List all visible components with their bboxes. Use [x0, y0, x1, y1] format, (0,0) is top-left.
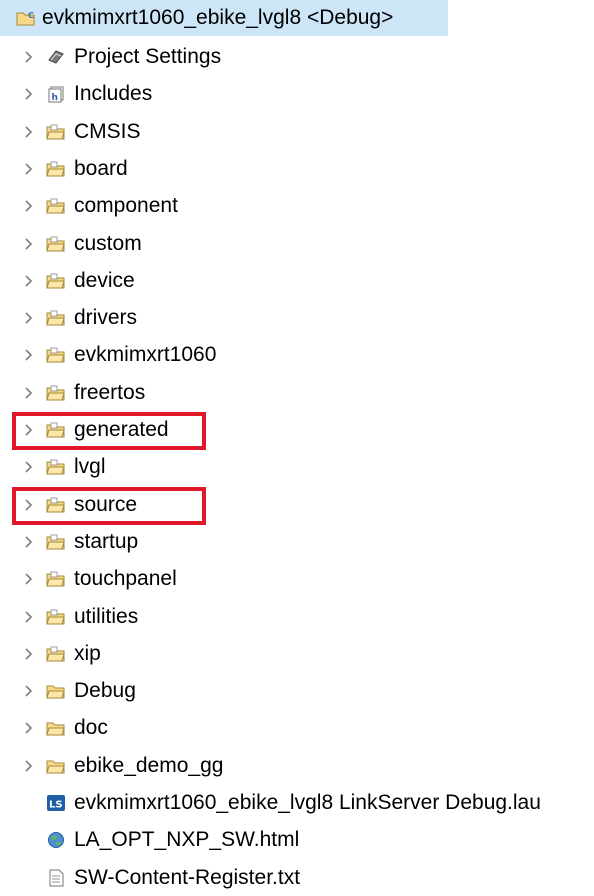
chevron-right-icon[interactable]: [22, 300, 36, 336]
source-folder-icon: [46, 607, 66, 627]
source-folder-icon: [46, 122, 66, 142]
chevron-right-icon[interactable]: [22, 636, 36, 672]
tree-item-label: Includes: [74, 82, 153, 106]
chevron-right-icon[interactable]: [22, 114, 36, 150]
tree-item-label: board: [74, 156, 128, 180]
source-folder-icon: [46, 234, 66, 254]
chevron-right-icon[interactable]: [22, 375, 36, 411]
includes-icon: h: [46, 84, 66, 104]
tree-item-label: utilities: [74, 604, 139, 628]
tree-item-label: freertos: [74, 380, 146, 404]
source-folder-icon: [46, 532, 66, 552]
chevron-right-icon[interactable]: [22, 599, 36, 635]
chevron-right-icon[interactable]: [22, 561, 36, 597]
tree-item-label: ebike_demo_gg: [74, 753, 224, 777]
chevron-right-icon[interactable]: [22, 263, 36, 299]
svg-text:h: h: [52, 93, 58, 103]
folder-icon: [46, 756, 66, 776]
project-explorer-tree: C evkmimxrt1060_ebike_lvgl8 <Debug> Proj…: [0, 0, 594, 892]
tree-item-label: evkmimxrt1060_ebike_lvgl8 <Debug>: [42, 6, 394, 29]
tree-item-label: lvgl: [74, 455, 106, 479]
source-folder-icon: [46, 644, 66, 664]
folder-icon: [46, 718, 66, 738]
source-folder-icon: [46, 345, 66, 365]
highlight-box: [12, 486, 206, 525]
highlight-box: [12, 412, 206, 450]
chevron-right-icon[interactable]: [22, 76, 36, 112]
tree-item-label: touchpanel: [74, 567, 177, 591]
folder-icon: [46, 681, 66, 701]
chevron-right-icon[interactable]: [22, 710, 36, 746]
chevron-right-icon[interactable]: [22, 748, 36, 784]
tree-item-label: CMSIS: [74, 119, 141, 143]
tree-item-label: LA_OPT_NXP_SW.html: [74, 828, 300, 852]
tree-item-label: Debug: [74, 679, 136, 703]
settings-icon: [46, 47, 66, 67]
tree-item-project-root[interactable]: C evkmimxrt1060_ebike_lvgl8 <Debug>: [0, 0, 448, 36]
source-folder-icon: [46, 196, 66, 216]
chevron-right-icon[interactable]: [22, 673, 36, 709]
source-folder-icon: [46, 271, 66, 291]
chevron-right-icon[interactable]: [22, 226, 36, 262]
svg-text:LS: LS: [49, 800, 63, 811]
source-folder-icon: [46, 457, 66, 477]
tree-item-label: component: [74, 194, 178, 218]
html-file-icon: [46, 830, 66, 850]
tree-item-label: Project Settings: [74, 45, 222, 68]
tree-item-label: device: [74, 268, 135, 292]
chevron-right-icon[interactable]: [22, 337, 36, 373]
text-file-icon: [46, 868, 66, 888]
source-folder-icon: [46, 159, 66, 179]
svg-text:C: C: [28, 11, 34, 20]
chevron-right-icon[interactable]: [22, 151, 36, 187]
chevron-right-icon[interactable]: [22, 188, 36, 224]
tree-item-label: evkmimxrt1060: [74, 343, 217, 367]
chevron-right-icon[interactable]: [22, 524, 36, 560]
tree-item-label: drivers: [74, 306, 138, 330]
linkserver-launch-icon: LS: [46, 793, 66, 813]
tree-item-label: custom: [74, 231, 142, 255]
source-folder-icon: [46, 569, 66, 589]
chevron-right-icon[interactable]: [22, 449, 36, 485]
tree-item-label: xip: [74, 641, 101, 665]
source-folder-icon: [46, 308, 66, 328]
tree-item-label: evkmimxrt1060_ebike_lvgl8 LinkServer Deb…: [74, 791, 541, 814]
tree-item-label: doc: [74, 716, 108, 740]
tree-item-label: SW-Content-Register.txt: [74, 865, 301, 889]
c-project-icon: C: [16, 8, 36, 28]
tree-item-label: startup: [74, 529, 139, 553]
source-folder-icon: [46, 383, 66, 403]
chevron-right-icon[interactable]: [22, 39, 36, 75]
